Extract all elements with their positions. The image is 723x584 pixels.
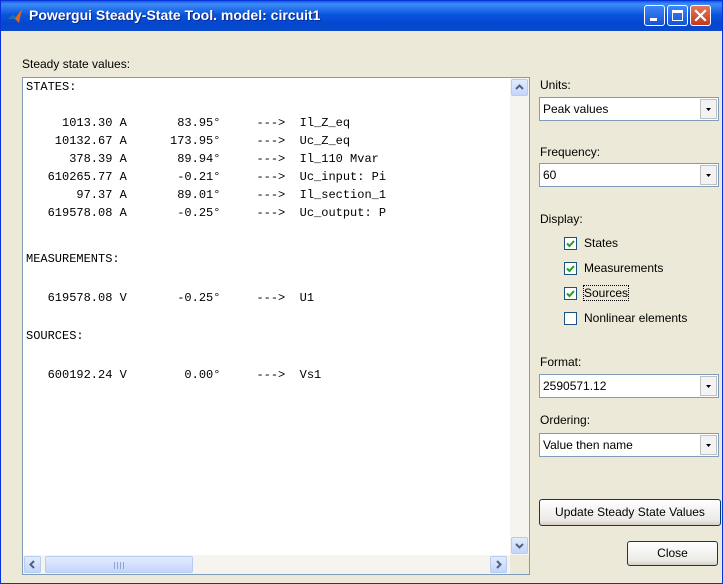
maximize-icon	[672, 10, 683, 21]
nonlinear-elements-checkbox-label: Nonlinear elements	[584, 311, 688, 325]
format-dropdown-button[interactable]	[700, 376, 717, 396]
display-label: Display:	[540, 212, 583, 226]
grip-icon	[114, 562, 124, 569]
checkmark-icon	[566, 265, 575, 273]
text-line: STATES:	[26, 80, 77, 94]
minimize-button[interactable]	[644, 5, 665, 26]
text-line: SOURCES:	[26, 329, 84, 343]
powergui-window: Powergui Steady-State Tool. model: circu…	[0, 0, 723, 584]
ordering-label: Ordering:	[540, 413, 591, 427]
format-label: Format:	[540, 355, 582, 369]
text-line: MEASUREMENTS:	[26, 252, 120, 266]
text-line: 1013.30 A 83.95° ---> Il_Z_eq	[26, 116, 351, 130]
close-button[interactable]: Close	[627, 541, 718, 566]
text-line: 610265.77 A -0.21° ---> Uc_input: Pi	[26, 170, 387, 184]
format-select[interactable]: 2590571.12	[539, 374, 719, 398]
chevron-down-icon	[515, 543, 524, 549]
close-window-button[interactable]	[690, 5, 711, 26]
chevron-up-icon	[515, 84, 524, 90]
frequency-value: 60	[543, 168, 557, 182]
checkmark-icon	[566, 290, 575, 298]
close-icon	[694, 9, 707, 22]
matlab-icon	[8, 9, 22, 23]
frequency-dropdown-button[interactable]	[700, 165, 717, 185]
sources-checkbox-label: Sources	[582, 285, 630, 301]
text-line: 10132.67 A 173.95° ---> Uc_Z_eq	[26, 134, 351, 148]
title-bar[interactable]: Powergui Steady-State Tool. model: circu…	[1, 1, 722, 31]
text-line: 619578.08 A -0.25° ---> Uc_output: P	[26, 206, 387, 220]
units-value: Peak values	[543, 102, 609, 116]
checkbox-box[interactable]	[564, 287, 577, 300]
chevron-down-icon	[706, 385, 711, 388]
checkbox-box[interactable]	[564, 237, 577, 250]
units-label: Units:	[540, 78, 571, 92]
checkmark-icon	[566, 240, 575, 248]
steady-state-values-label: Steady state values:	[22, 57, 131, 71]
units-dropdown-button[interactable]	[700, 99, 717, 119]
scroll-up-button[interactable]	[511, 79, 528, 96]
ordering-value: Value then name	[543, 438, 633, 452]
horizontal-scrollbar[interactable]	[23, 555, 510, 574]
chevron-left-icon	[29, 560, 35, 569]
text-line: 97.37 A 89.01° ---> Il_section_1	[26, 188, 387, 202]
chevron-down-icon	[706, 108, 711, 111]
text-line: 600192.24 V 0.00° ---> Vs1	[26, 368, 322, 382]
steady-state-text[interactable]: STATES: 1013.30 A 83.95° ---> Il_Z_eq 10…	[23, 78, 511, 556]
ordering-select[interactable]: Value then name	[539, 433, 719, 457]
chevron-down-icon	[706, 444, 711, 447]
chevron-down-icon	[706, 174, 711, 177]
scrollbar-corner	[510, 555, 529, 574]
states-checkbox-label: States	[584, 236, 619, 250]
format-value: 2590571.12	[543, 379, 607, 393]
text-line: 378.39 A 89.94° ---> Il_110 Mvar	[26, 152, 379, 166]
steady-state-values-panel: STATES: 1013.30 A 83.95° ---> Il_Z_eq 10…	[22, 77, 530, 575]
maximize-button[interactable]	[667, 5, 688, 26]
measurements-checkbox-label: Measurements	[584, 261, 664, 275]
units-select[interactable]: Peak values	[539, 97, 719, 121]
checkbox-box[interactable]	[564, 312, 577, 325]
scroll-right-button[interactable]	[490, 556, 507, 573]
frequency-label: Frequency:	[540, 145, 601, 159]
checkbox-box[interactable]	[564, 262, 577, 275]
scroll-left-button[interactable]	[24, 556, 41, 573]
horizontal-scroll-thumb[interactable]	[45, 556, 193, 573]
frequency-select[interactable]: 60	[539, 163, 719, 187]
window-title: Powergui Steady-State Tool. model: circu…	[29, 7, 321, 23]
update-steady-state-values-button[interactable]: Update Steady State Values	[539, 499, 721, 526]
chevron-right-icon	[496, 560, 502, 569]
text-line: 619578.08 V -0.25° ---> U1	[26, 291, 315, 305]
scroll-down-button[interactable]	[511, 537, 528, 554]
ordering-dropdown-button[interactable]	[700, 435, 717, 455]
vertical-scrollbar[interactable]	[510, 78, 529, 555]
minimize-icon	[650, 18, 657, 21]
